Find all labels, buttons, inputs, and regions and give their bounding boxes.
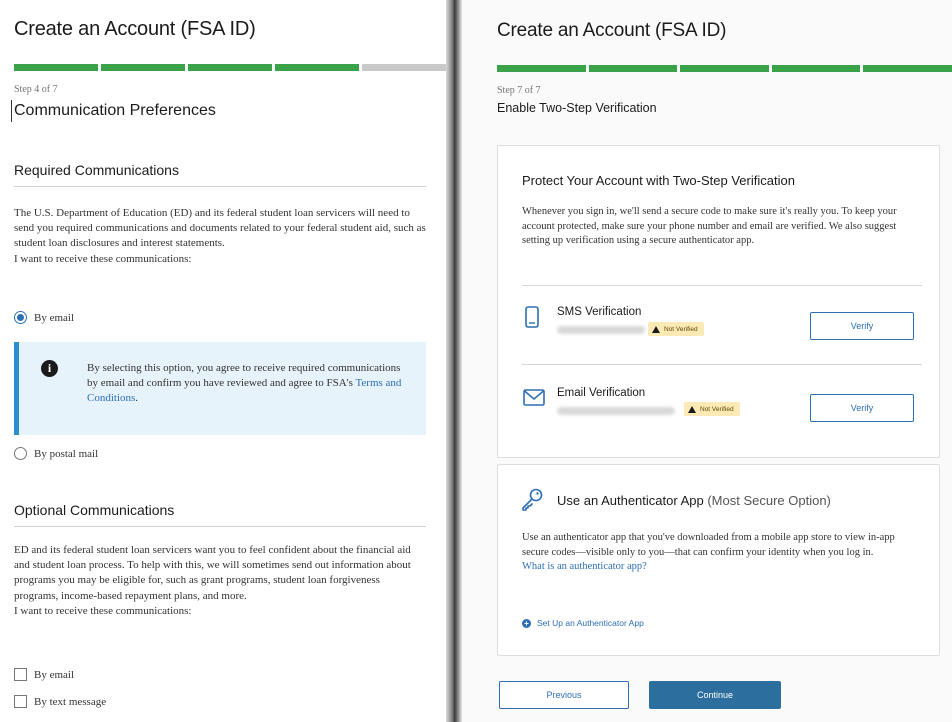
info-alert: i By selecting this option, you agree to… [14, 342, 426, 435]
divider [522, 285, 922, 286]
checkbox-optional-email[interactable]: By email [14, 668, 74, 681]
email-verification-label: Email Verification [557, 387, 646, 399]
progress-segment [680, 65, 769, 72]
envelope-icon [523, 389, 545, 406]
progress-segment [101, 64, 185, 71]
info-alert-text: By selecting this option, you agree to r… [87, 362, 402, 404]
radio-button[interactable] [14, 447, 27, 460]
two-step-verification-card: Protect Your Account with Two-Step Verif… [497, 145, 940, 458]
optional-communications-text: ED and its federal student loan servicer… [14, 544, 411, 617]
progress-segment [188, 64, 272, 71]
step-title: Enable Two-Step Verification [497, 101, 657, 115]
status-badge: Not Verified [648, 322, 704, 336]
authenticator-title: Use an Authenticator App (Most Secure Op… [557, 493, 831, 508]
progress-segment [275, 64, 359, 71]
panel-divider [446, 0, 462, 722]
warning-icon [652, 325, 660, 333]
page-title: Create an Account (FSA ID) [14, 18, 256, 40]
setup-authenticator-button[interactable]: + Set Up an Authenticator App [522, 618, 644, 628]
step-label: Step 7 of 7 [497, 85, 541, 96]
checkbox-optional-text-message[interactable]: By text message [14, 695, 106, 708]
warning-icon [688, 405, 696, 413]
progress-segment [771, 65, 861, 72]
progress-segment [362, 64, 446, 71]
card-description: Whenever you sign in, we'll send a secur… [522, 206, 897, 246]
progress-segment [497, 65, 586, 72]
progress-segment [863, 65, 952, 72]
checkbox[interactable] [14, 695, 27, 708]
radio-button-checked[interactable] [14, 311, 27, 324]
radio-required-postal-mail[interactable]: By postal mail [14, 447, 98, 460]
step-title: Communication Preferences [11, 100, 216, 122]
divider [14, 186, 426, 187]
continue-button[interactable]: Continue [649, 681, 781, 709]
progress-segment [588, 65, 678, 72]
authenticator-description: Use an authenticator app that you've dow… [522, 532, 895, 572]
optional-communications-heading: Optional Communications [14, 502, 175, 518]
page-title: Create an Account (FSA ID) [497, 20, 727, 41]
divider [14, 526, 426, 527]
phone-icon [525, 306, 539, 328]
sms-verification-label: SMS Verification [557, 306, 642, 318]
radio-label: By email [34, 311, 75, 324]
key-icon [522, 488, 543, 511]
info-icon: i [41, 360, 58, 377]
checkbox-label: By text message [34, 695, 107, 708]
redacted-email-address [557, 407, 675, 415]
checkbox-label: By email [34, 668, 75, 681]
two-step-verification-panel: Create an Account (FSA ID) Step 7 of 7 E… [462, 0, 952, 722]
communication-preferences-panel: Create an Account (FSA ID) Step 4 of 7 C… [0, 0, 446, 722]
previous-button[interactable]: Previous [499, 681, 629, 709]
status-badge: Not Verified [684, 402, 740, 416]
progress-bar [497, 65, 952, 72]
step-label: Step 4 of 7 [14, 84, 58, 95]
progress-segment [14, 64, 98, 71]
redacted-phone-number [557, 326, 645, 334]
divider [522, 364, 922, 365]
required-communications-text: The U.S. Department of Education (ED) an… [14, 207, 426, 265]
sms-verify-button[interactable]: Verify [810, 312, 914, 340]
progress-bar [14, 64, 446, 71]
radio-required-email[interactable]: By email [14, 311, 74, 324]
authenticator-app-card: Use an Authenticator App (Most Secure Op… [497, 464, 940, 656]
radio-label: By postal mail [34, 447, 99, 460]
required-communications-heading: Required Communications [14, 162, 179, 178]
add-circle-icon: + [522, 618, 531, 628]
checkbox[interactable] [14, 668, 27, 681]
email-verify-button[interactable]: Verify [810, 394, 914, 422]
what-is-authenticator-link[interactable]: What is an authenticator app? [522, 561, 647, 572]
card-title: Protect Your Account with Two-Step Verif… [522, 173, 795, 188]
